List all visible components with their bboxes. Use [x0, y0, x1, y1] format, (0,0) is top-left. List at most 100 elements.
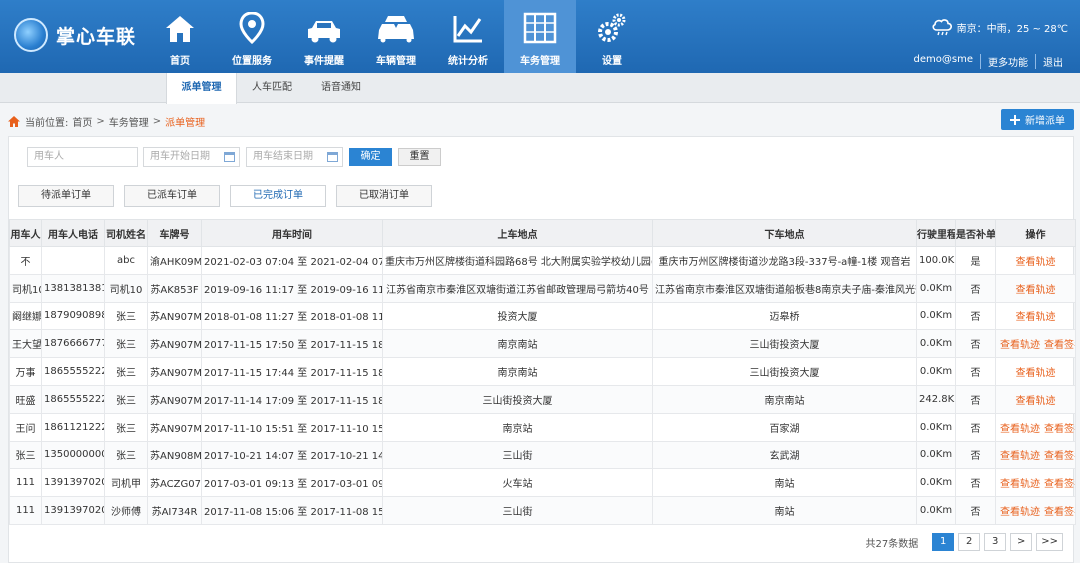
cell-mileage: 242.8Km	[916, 384, 956, 414]
nav-events[interactable]: 事件提醒	[288, 0, 360, 73]
view-track-link[interactable]: 查看轨迹	[1000, 424, 1040, 435]
cell-actions: 查看轨迹查看签名	[995, 440, 1076, 470]
dispatch-table: 用车人 用车人电话 司机姓名 车牌号 用车时间 上车地点 下车地点 行驶里程 是…	[9, 219, 1076, 525]
cell-mileage: 0.0Km	[916, 329, 956, 359]
page-button[interactable]: 1	[932, 533, 955, 551]
cell-time: 2017-11-10 15:51 至 2017-11-10 15:52	[201, 412, 383, 442]
cell-plate: 苏AN908M	[147, 440, 202, 470]
cell-time: 2017-10-21 14:07 至 2017-10-21 14:07	[201, 440, 383, 470]
nav-statistics[interactable]: 统计分析	[432, 0, 504, 73]
cell-mileage: 0.0Km	[916, 301, 956, 331]
view-track-link[interactable]: 查看轨迹	[1016, 368, 1056, 379]
view-track-link[interactable]: 查看轨迹	[1000, 479, 1040, 490]
cell-time: 2017-11-08 15:06 至 2017-11-08 15:06	[201, 496, 383, 525]
cell-supplement: 否	[955, 384, 996, 414]
cell-phone: 18655552222	[41, 357, 105, 386]
cell-driver: 张三	[104, 329, 148, 359]
view-track-link[interactable]: 查看轨迹	[1016, 396, 1056, 407]
tab-completed-orders[interactable]: 已完成订单	[230, 185, 326, 207]
user-input[interactable]: 用车人	[27, 147, 138, 167]
nav-vehicle-affairs[interactable]: 车务管理	[504, 0, 576, 73]
nav-location[interactable]: 位置服务	[216, 0, 288, 73]
breadcrumb-home[interactable]: 首页	[72, 114, 92, 129]
cell-pickup: 火车站	[382, 468, 653, 498]
column-header: 上车地点	[382, 219, 653, 247]
column-header: 用车人电话	[41, 219, 105, 247]
view-signature-link[interactable]: 查看签名	[1044, 451, 1075, 462]
cell-supplement: 否	[955, 440, 996, 470]
cell-actions: 查看轨迹	[995, 273, 1076, 303]
cell-pickup: 三山街投资大厦	[382, 384, 653, 414]
app-logo[interactable]: 掌心车联	[14, 18, 136, 52]
user-links: demo@sme 更多功能 退出	[907, 54, 1070, 69]
view-track-link[interactable]: 查看轨迹	[1016, 257, 1056, 268]
page-button[interactable]: 2	[958, 533, 981, 551]
tab-dispatched-orders[interactable]: 已派车订单	[124, 185, 220, 207]
nav-settings[interactable]: 设置	[576, 0, 648, 73]
view-signature-link[interactable]: 查看签名	[1044, 424, 1075, 435]
weather-widget: 南京：中雨，25 ~ 28℃	[931, 18, 1068, 36]
user-account-link[interactable]: demo@sme	[907, 54, 980, 69]
more-functions-link[interactable]: 更多功能	[980, 54, 1035, 69]
reset-button[interactable]: 重置	[398, 148, 441, 166]
cell-pickup: 南京南站	[382, 329, 653, 359]
table-row: 张三13500000000张三苏AN908M2017-10-21 14:07 至…	[9, 440, 1076, 470]
cell-plate: 苏AN907M	[147, 384, 202, 414]
weather-text: 南京：中雨，25 ~ 28℃	[956, 23, 1068, 35]
cell-pickup: 投资大厦	[382, 301, 653, 331]
tab-pending-orders[interactable]: 待派单订单	[18, 185, 114, 207]
cell-dropoff: 百家湖	[652, 412, 917, 442]
start-date-input[interactable]: 用车开始日期	[143, 147, 240, 167]
cell-driver: 张三	[104, 412, 148, 442]
view-track-link[interactable]: 查看轨迹	[1016, 312, 1056, 323]
column-header: 下车地点	[652, 219, 917, 247]
cell-plate: 苏AN907M	[147, 412, 202, 442]
view-track-link[interactable]: 查看轨迹	[1000, 507, 1040, 518]
end-date-input[interactable]: 用车结束日期	[246, 147, 343, 167]
logout-link[interactable]: 退出	[1035, 54, 1070, 69]
subtab-dispatch[interactable]: 派单管理	[166, 73, 237, 104]
total-count: 共27条数据	[865, 538, 919, 550]
cell-phone: 18655552222	[41, 384, 105, 414]
view-signature-link[interactable]: 查看签名	[1044, 479, 1075, 490]
view-track-link[interactable]: 查看轨迹	[1000, 340, 1040, 351]
cell-driver: 司机甲	[104, 468, 148, 498]
view-signature-link[interactable]: 查看签名	[1044, 340, 1075, 351]
cell-supplement: 否	[955, 412, 996, 442]
nav-home[interactable]: 首页	[144, 0, 216, 73]
tab-cancelled-orders[interactable]: 已取消订单	[336, 185, 432, 207]
cell-user: 王大望	[9, 329, 42, 359]
cell-time: 2021-02-03 07:04 至 2021-02-04 07:57	[201, 246, 383, 275]
nav-home-label: 首页	[170, 56, 190, 67]
cell-time: 2017-03-01 09:13 至 2017-03-01 09:14	[201, 468, 383, 498]
view-track-link[interactable]: 查看轨迹	[1016, 285, 1056, 296]
breadcrumb-parent[interactable]: 车务管理	[109, 114, 149, 129]
cell-driver: 张三	[104, 440, 148, 470]
confirm-button[interactable]: 确定	[349, 148, 392, 166]
nav-vehicles[interactable]: 车辆管理	[360, 0, 432, 73]
page-button[interactable]: 3	[984, 533, 1007, 551]
column-header: 用车人	[9, 219, 42, 247]
cell-user: 111	[9, 496, 42, 525]
cell-mileage: 0.0Km	[916, 412, 956, 442]
calendar-icon[interactable]	[224, 152, 235, 162]
cell-user: 张三	[9, 440, 42, 470]
subtab-match[interactable]: 人车匹配	[237, 73, 307, 103]
table-row: 11113913970207司机甲苏ACZG072017-03-01 09:13…	[9, 468, 1076, 498]
cell-time: 2017-11-14 17:09 至 2017-11-15 18:08	[201, 384, 383, 414]
breadcrumb-sep: >	[96, 116, 105, 127]
cell-actions: 查看轨迹查看签名	[995, 496, 1076, 525]
last-page-button[interactable]: >>	[1036, 533, 1063, 551]
cell-dropoff: 南站	[652, 496, 917, 525]
column-header: 操作	[995, 219, 1076, 247]
breadcrumb-sep: >	[152, 116, 162, 127]
view-signature-link[interactable]: 查看签名	[1044, 507, 1075, 518]
next-page-button[interactable]: >	[1010, 533, 1033, 551]
add-dispatch-button[interactable]: 新增派单	[1001, 109, 1074, 130]
cell-driver: 沙师傅	[104, 496, 148, 525]
subtab-voice[interactable]: 语音通知	[307, 73, 375, 103]
add-dispatch-label: 新增派单	[1025, 116, 1065, 127]
calendar-icon[interactable]	[327, 152, 338, 162]
cell-time: 2017-11-15 17:44 至 2017-11-15 18:13	[201, 357, 383, 386]
view-track-link[interactable]: 查看轨迹	[1000, 451, 1040, 462]
